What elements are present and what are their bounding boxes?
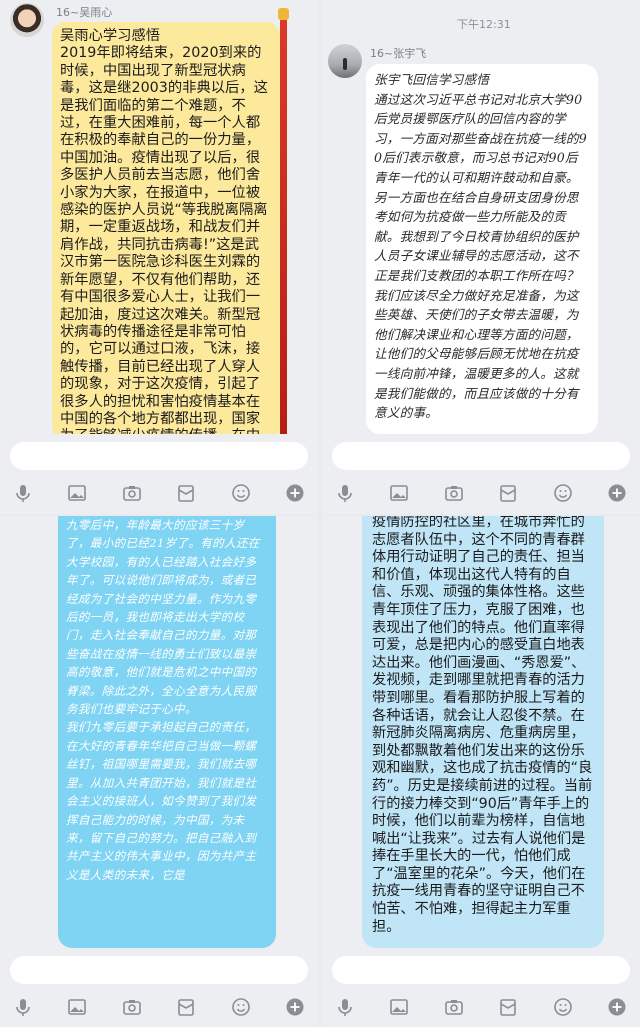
- message-time: 下午12:31: [457, 18, 511, 31]
- red-packet-icon[interactable]: [175, 996, 197, 1018]
- microphone-icon[interactable]: [334, 996, 356, 1018]
- image-icon[interactable]: [66, 996, 88, 1018]
- toolbar: [334, 480, 628, 506]
- camera-icon[interactable]: [121, 996, 143, 1018]
- red-packet-icon[interactable]: [497, 996, 519, 1018]
- message-input[interactable]: [10, 442, 308, 470]
- message-text: 张宇飞回信学习感悟 通过这次习近平总书记对北京大学90后党员援鄂医疗队的回信内容…: [374, 72, 587, 421]
- plus-icon[interactable]: [606, 996, 628, 1018]
- ribbon-cap: [278, 8, 289, 20]
- input-bar: [322, 948, 640, 1027]
- message-text: 吴雨心学习感悟 2019年即将结束，2020到来的时候，中国出现了新型冠状病毒，…: [60, 28, 268, 440]
- toolbar: [334, 994, 628, 1020]
- chat-panel-3: 九零后中，年龄最大的应该三十岁了，最小的已经21岁了。有的人还在大学校园，有的人…: [0, 516, 318, 1027]
- chat-panel-2: 下午12:31 16~张宇飞 张宇飞回信学习感悟 通过这次习近平总书记对北京大学…: [322, 0, 640, 514]
- input-bar: [0, 948, 318, 1027]
- emoji-icon[interactable]: [230, 482, 252, 504]
- plus-icon[interactable]: [284, 482, 306, 504]
- image-icon[interactable]: [388, 996, 410, 1018]
- sender-name: 16~张宇飞: [370, 47, 427, 60]
- chat-panel-4: 疫情防控的社区里，在城市奔忙的志愿者队伍中，这个不同的青春群体用行动证明了自己的…: [322, 516, 640, 1027]
- microphone-icon[interactable]: [12, 996, 34, 1018]
- message-input[interactable]: [332, 442, 630, 470]
- microphone-icon[interactable]: [334, 482, 356, 504]
- message-bubble[interactable]: 九零后中，年龄最大的应该三十岁了，最小的已经21岁了。有的人还在大学校园，有的人…: [58, 516, 276, 948]
- avatar[interactable]: [10, 3, 44, 37]
- input-bar: [0, 434, 318, 514]
- image-icon[interactable]: [388, 482, 410, 504]
- plus-icon[interactable]: [284, 996, 306, 1018]
- message-bubble[interactable]: 吴雨心学习感悟 2019年即将结束，2020到来的时候，中国出现了新型冠状病毒，…: [52, 22, 280, 440]
- camera-icon[interactable]: [443, 482, 465, 504]
- ribbon-decoration: [280, 18, 287, 438]
- chat-panel-1: 16~吴雨心 吴雨心学习感悟 2019年即将结束，2020到来的时候，中国出现了…: [0, 0, 318, 514]
- plus-icon[interactable]: [606, 482, 628, 504]
- message-text: 疫情防控的社区里，在城市奔忙的志愿者队伍中，这个不同的青春群体用行动证明了自己的…: [372, 516, 593, 935]
- emoji-icon[interactable]: [552, 996, 574, 1018]
- message-bubble[interactable]: 张宇飞回信学习感悟 通过这次习近平总书记对北京大学90后党员援鄂医疗队的回信内容…: [366, 64, 598, 434]
- emoji-icon[interactable]: [230, 996, 252, 1018]
- emoji-icon[interactable]: [552, 482, 574, 504]
- sender-name: 16~吴雨心: [56, 6, 113, 19]
- input-bar: [322, 434, 640, 514]
- microphone-icon[interactable]: [12, 482, 34, 504]
- camera-icon[interactable]: [121, 482, 143, 504]
- avatar[interactable]: [328, 44, 362, 78]
- toolbar: [12, 994, 306, 1020]
- red-packet-icon[interactable]: [175, 482, 197, 504]
- toolbar: [12, 480, 306, 506]
- image-icon[interactable]: [66, 482, 88, 504]
- message-text: 九零后中，年龄最大的应该三十岁了，最小的已经21岁了。有的人还在大学校园，有的人…: [66, 518, 260, 882]
- message-input[interactable]: [10, 956, 308, 984]
- message-bubble[interactable]: 疫情防控的社区里，在城市奔忙的志愿者队伍中，这个不同的青春群体用行动证明了自己的…: [362, 516, 604, 948]
- message-input[interactable]: [332, 956, 630, 984]
- red-packet-icon[interactable]: [497, 482, 519, 504]
- camera-icon[interactable]: [443, 996, 465, 1018]
